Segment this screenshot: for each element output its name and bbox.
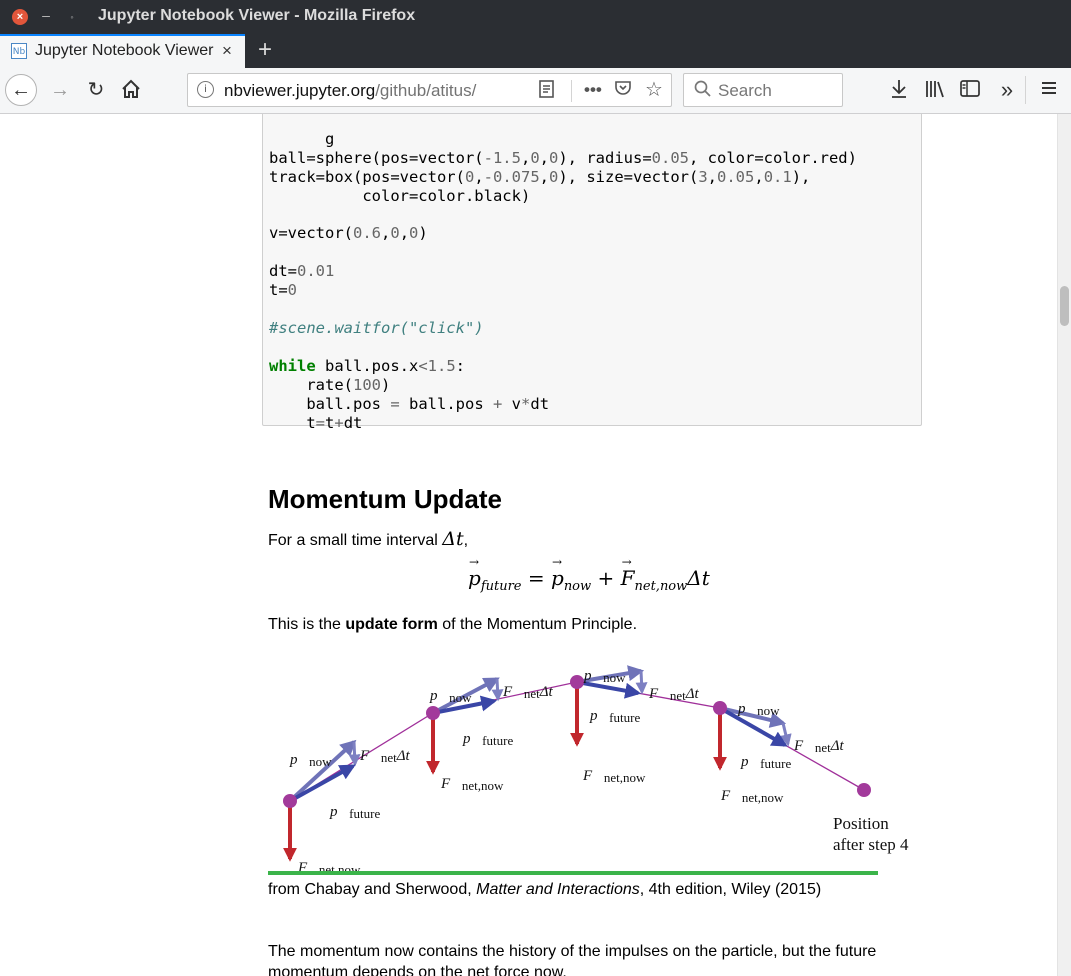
bottom-paragraph-line2: momentum depends on the net force now. (268, 964, 567, 976)
svg-text:p⃗future: p⃗future (740, 754, 791, 771)
window-maximize-icon[interactable]: ◦ (64, 9, 80, 25)
position-label-line2: after step 4 (833, 835, 909, 854)
tab-bar: Nb Jupyter Notebook Viewer × + (0, 34, 1071, 68)
svg-text:F⃗net,now: F⃗net,now (440, 776, 504, 793)
url-divider (571, 80, 572, 102)
sidebar-icon[interactable] (957, 78, 983, 106)
search-box[interactable] (683, 73, 843, 107)
caption-book-title: Matter and Interactions (476, 881, 640, 898)
search-input[interactable] (716, 80, 838, 102)
intro-text: For a small time interval (268, 532, 438, 549)
section-heading: Momentum Update (268, 484, 502, 514)
position-label-line1: Position (833, 814, 889, 833)
momentum-equation: pfuture = pnow + Fnet,nowΔt (468, 555, 710, 594)
code-comment: #scene.waitfor("click") (269, 318, 484, 337)
code-line: t=0 (269, 281, 298, 300)
svg-text:p⃗future: p⃗future (589, 708, 640, 725)
update-form-paragraph: This is the update form of the Momentum … (268, 616, 637, 634)
figure-divider (268, 871, 878, 875)
forward-icon[interactable]: → (48, 78, 72, 102)
downloads-icon[interactable] (887, 78, 911, 106)
search-icon (694, 80, 711, 102)
step-4-labels: p⃗now F⃗netΔt p⃗future F⃗net,now (720, 701, 845, 805)
update-pre: This is the (268, 616, 346, 633)
eq-dt: Δt (687, 566, 710, 590)
window-minimize-icon[interactable]: ‒ (38, 8, 54, 25)
eq-p-now-sub: now (563, 579, 592, 594)
scrollbar-thumb[interactable] (1060, 286, 1069, 326)
code-line: rate(100) (269, 375, 391, 394)
svg-text:p⃗now: p⃗now (289, 752, 332, 769)
url-host: nbviewer.jupyter.org (224, 81, 376, 100)
page-content: g ball=sphere(pos=vector(-1.5,0,0), radi… (0, 114, 1057, 976)
intro-tail: , (463, 532, 469, 549)
hamburger-menu-icon[interactable] (1037, 78, 1061, 104)
svg-text:p⃗now: p⃗now (429, 688, 472, 705)
code-line: t=t+dt (269, 413, 363, 432)
back-icon[interactable]: ← (5, 74, 37, 106)
page-scrollbar[interactable] (1057, 114, 1071, 976)
svg-text:F⃗net,now: F⃗net,now (720, 788, 784, 805)
figure-caption: from Chabay and Sherwood, Matter and Int… (268, 881, 821, 899)
code-line: dt=0.01 (269, 262, 335, 281)
bookmark-star-icon[interactable]: ☆ (645, 79, 663, 101)
navigation-toolbar: ← → ↻ i nbviewer.jupyter.org/github/atit… (0, 68, 1071, 114)
svg-text:p⃗future: p⃗future (462, 731, 513, 748)
reload-icon[interactable]: ↻ (84, 78, 108, 102)
eq-p-future-sub: future (480, 579, 522, 594)
eq-f-sub: net,now (634, 579, 688, 594)
code-line: color=color.black) (269, 186, 531, 205)
code-line: while ball.pos.x<1.5: (269, 356, 466, 375)
update-bold: update form (345, 616, 438, 633)
window-titlebar: × ‒ ◦ Jupyter Notebook Viewer - Mozilla … (0, 0, 1071, 34)
home-icon[interactable] (118, 78, 144, 106)
url-bar[interactable]: i nbviewer.jupyter.org/github/atitus/ ••… (187, 73, 672, 107)
page-actions-icon[interactable]: ••• (584, 79, 602, 101)
toolbar-divider (1025, 76, 1026, 104)
update-post: of the Momentum Principle. (437, 616, 638, 633)
new-tab-icon[interactable]: + (258, 36, 272, 64)
caption-pre: from Chabay and Sherwood, (268, 881, 477, 898)
svg-text:F⃗net,now: F⃗net,now (582, 768, 646, 785)
svg-text:F⃗netΔt: F⃗netΔt (359, 748, 411, 765)
intro-paragraph: For a small time interval Δt, (268, 528, 468, 550)
jupyter-favicon-icon: Nb (11, 43, 27, 59)
intro-math: Δt (442, 528, 464, 550)
code-line: ball=sphere(pos=vector(-1.5,0,0), radius… (269, 148, 857, 167)
overflow-menu-icon[interactable]: » (994, 78, 1020, 102)
momentum-update-diagram: p⃗now F⃗netΔt p⃗future F⃗net,now p⃗now F… (283, 665, 909, 874)
code-line: ball.pos = ball.pos + v*dt (269, 394, 550, 413)
tab-close-icon[interactable]: × (222, 41, 232, 61)
url-path: /github/atitus/ (375, 81, 477, 100)
library-icon[interactable] (922, 78, 948, 106)
reader-view-icon[interactable] (538, 79, 556, 105)
code-block: g ball=sphere(pos=vector(-1.5,0,0), radi… (269, 114, 857, 432)
bottom-paragraph-line1: The momentum now contains the history of… (268, 943, 877, 960)
code-cell[interactable]: g ball=sphere(pos=vector(-1.5,0,0), radi… (262, 114, 922, 432)
caption-post: , 4th edition, Wiley (2015) (639, 881, 822, 898)
svg-text:p⃗future: p⃗future (329, 804, 380, 821)
tab-title: Jupyter Notebook Viewer (35, 42, 214, 59)
code-line: g (269, 129, 335, 148)
final-position-marker (857, 783, 871, 797)
window-title: Jupyter Notebook Viewer - Mozilla Firefo… (98, 7, 416, 24)
pocket-icon[interactable] (614, 79, 632, 103)
url-text[interactable]: nbviewer.jupyter.org/github/atitus/ (224, 81, 496, 101)
svg-text:p⃗now: p⃗now (583, 668, 626, 685)
svg-text:p⃗now: p⃗now (737, 701, 780, 718)
site-info-icon[interactable]: i (197, 81, 214, 98)
code-line: v=vector(0.6,0,0) (269, 224, 428, 243)
svg-text:F⃗netΔt: F⃗netΔt (502, 684, 554, 701)
svg-text:F⃗netΔt: F⃗netΔt (648, 686, 700, 703)
code-line: track=box(pos=vector(0,-0.075,0), size=v… (269, 167, 811, 186)
svg-text:F⃗netΔt: F⃗netΔt (793, 738, 845, 755)
window-close-icon[interactable]: × (12, 9, 28, 25)
tab-jupyter-notebook-viewer[interactable]: Nb Jupyter Notebook Viewer × (0, 34, 245, 68)
